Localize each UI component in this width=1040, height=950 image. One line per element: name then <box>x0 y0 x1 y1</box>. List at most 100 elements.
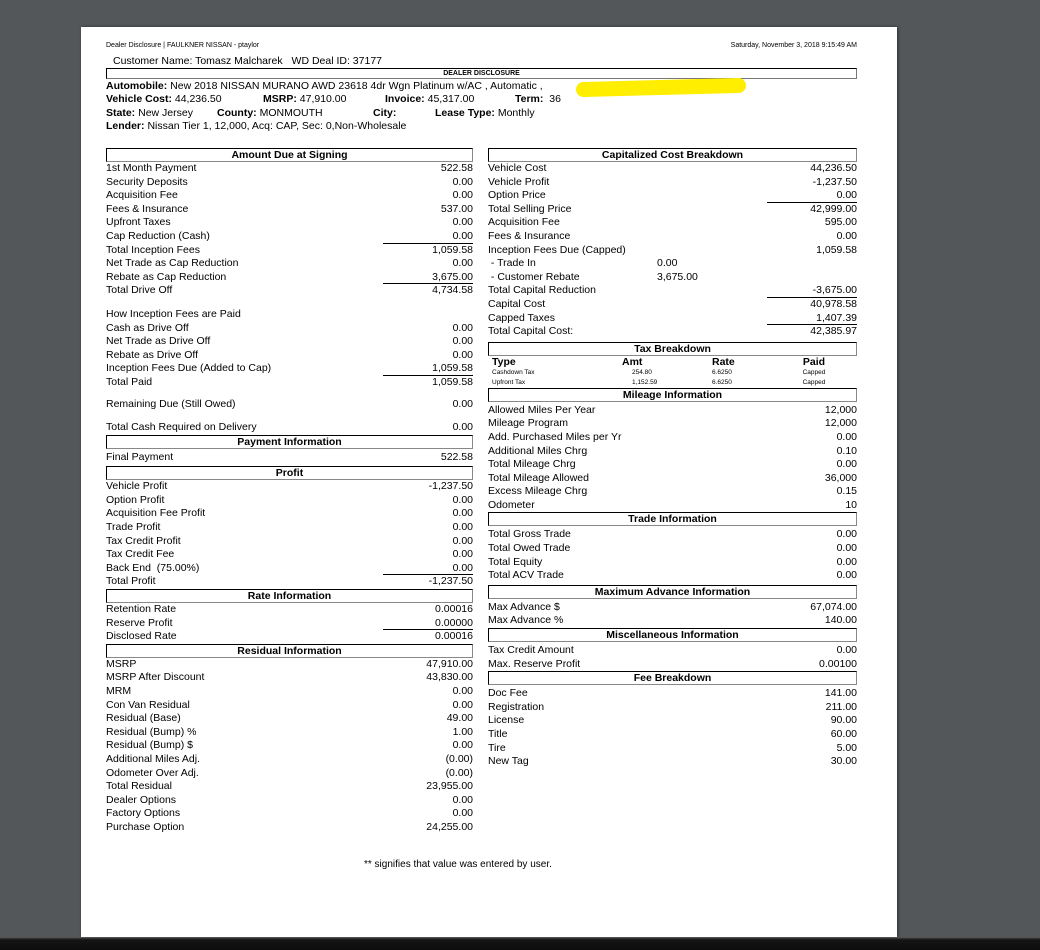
table-row: Max Advance $ 67,074.00 <box>488 601 857 615</box>
trade-info-header: Trade Information <box>488 512 857 527</box>
row-label: Con Van Residual <box>106 698 190 711</box>
row-value: 4,734.58 <box>432 284 473 297</box>
row-sub-value <box>657 176 767 190</box>
row-value: (0.00) <box>445 752 473 765</box>
row-label: Odometer Over Adj. <box>106 766 199 779</box>
table-row: Total ACV Trade 0.00 <box>488 569 857 583</box>
row-value: 0.00 <box>452 348 473 361</box>
right-column: Capitalized Cost Breakdown Vehicle Cost 4… <box>488 148 857 769</box>
row-value: 1,407.39 <box>767 312 857 326</box>
table-row: MRM 0.00 <box>106 685 473 699</box>
table-row: Upfront Taxes 0.00 <box>106 216 473 230</box>
row-label: Tax Credit Amount <box>488 644 574 657</box>
table-row: License 90.00 <box>488 714 857 728</box>
row-label: MSRP <box>106 657 137 670</box>
row-label: Purchase Option <box>106 820 185 833</box>
table-row: Vehicle Profit -1,237.50 <box>106 480 473 494</box>
payment-info-header: Payment Information <box>106 434 473 449</box>
how-paid-heading: How Inception Fees are Paid <box>106 307 241 320</box>
table-row: Residual (Bump) % 1.00 <box>106 726 473 740</box>
row-value: 90.00 <box>830 714 857 727</box>
row-value: 0.00 <box>836 569 857 582</box>
table-row: Total Drive Off 4,734.58 <box>106 284 473 298</box>
row-value: 0.00100 <box>819 657 857 670</box>
msrp-value: 47,910.00 <box>299 93 347 105</box>
row-value: 1,059.58 <box>432 375 473 388</box>
row-value: 1.00 <box>452 725 473 738</box>
row-sub-value <box>657 298 767 312</box>
table-row: Cap Reduction (Cash) 0.00 <box>106 230 473 244</box>
row-sub-value: 0.00 <box>657 257 678 270</box>
automobile-line: Automobile: New 2018 NISSAN MURANO AWD 2… <box>106 80 543 92</box>
misc-info-header: Miscellaneous Information <box>488 628 857 643</box>
term-label: Term: <box>515 93 544 105</box>
row-sub-value <box>657 284 767 298</box>
row-value: 43,830.00 <box>426 671 473 684</box>
row-label: Total Owed Trade <box>488 542 571 555</box>
table-row: Inception Fees Due (Added to Cap) 1,059.5… <box>106 362 473 376</box>
lender-line: Lender: Nissan Tier 1, 12,000, Acq: CAP,… <box>106 120 406 132</box>
row-label: Additional Miles Adj. <box>106 752 200 765</box>
row-label: Net Trade as Cap Reduction <box>106 257 239 270</box>
row-sub-value <box>657 325 767 339</box>
table-row: Max Advance % 140.00 <box>488 614 857 628</box>
table-row: Residual (Base) 49.00 <box>106 712 473 726</box>
row-value: 0.00 <box>383 562 473 576</box>
row-value: 0.00 <box>452 534 473 547</box>
table-row: Reserve Profit 0.00000 <box>106 617 473 631</box>
row-value: 0.00 <box>452 216 473 229</box>
row-label: Total Drive Off <box>106 284 173 297</box>
row-value: 36,000 <box>824 471 857 484</box>
lender-value: Nissan Tier 1, 12,000, Acq: CAP, Sec: 0,… <box>147 120 407 132</box>
table-row: Tax Credit Profit 0.00 <box>106 535 473 549</box>
row-value: 211.00 <box>825 700 857 713</box>
table-row: Residual (Bump) $ 0.00 <box>106 739 473 753</box>
row-label: Dealer Options <box>106 793 177 806</box>
customer-name: Customer Name: Tomasz Malcharek <box>113 55 283 67</box>
row-sub-value <box>657 312 767 326</box>
row-value: 0.15 <box>836 485 857 498</box>
mileage-info-rows: Allowed Miles Per Year 12,000 Mileage Prog… <box>488 404 857 513</box>
row-label: Total ACV Trade <box>488 569 564 582</box>
row-label: Acquisition Fee <box>106 189 178 202</box>
state-label: State: <box>106 107 136 119</box>
tax-row: Cashdown Tax 254.80 6.6250 Capped <box>492 368 826 376</box>
row-label: Rebate as Drive Off <box>106 348 199 361</box>
table-row: Additional Miles Adj. (0.00) <box>106 753 473 767</box>
row-value: 30.00 <box>830 755 857 768</box>
footnote: ** signifies that value was entered by u… <box>364 859 552 870</box>
table-row: Acquisition Fee Profit 0.00 <box>106 507 473 521</box>
table-row: Total Paid 1,059.58 <box>106 376 473 390</box>
deal-id: WD Deal ID: 37177 <box>291 55 383 67</box>
row-value: 3,675.00 <box>383 271 473 285</box>
table-row: Vehicle Cost 44,236.50 <box>488 162 857 176</box>
row-label: Title <box>488 728 508 740</box>
table-row: Total Equity 0.00 <box>488 556 857 570</box>
table-row: Tax Credit Fee 0.00 <box>106 548 473 562</box>
row-value: 67,074.00 <box>810 600 857 613</box>
row-value: 0.00 <box>452 189 473 202</box>
table-row: - Customer Rebate 3,675.00 <box>488 271 857 285</box>
table-row: Rebate as Cap Reduction 3,675.00 <box>106 271 473 285</box>
row-value: 522.58 <box>440 162 473 174</box>
residual-info-rows: MSRP 47,910.00 MSRP After Discount 43,830.0… <box>106 658 473 835</box>
table-row: Purchase Option 24,255.00 <box>106 821 473 835</box>
row-value: 0.00 <box>452 335 473 348</box>
row-sub-value <box>657 162 767 176</box>
table-row: Option Profit 0.00 <box>106 494 473 508</box>
row-value: 49.00 <box>446 712 473 725</box>
row-label: Trade Profit <box>106 521 161 534</box>
row-label: MSRP After Discount <box>106 671 205 684</box>
remaining-due-row: Remaining Due (Still Owed) 0.00 <box>106 397 473 410</box>
row-label: Odometer <box>488 498 535 511</box>
row-label: License <box>488 714 525 727</box>
row-value: 12,000 <box>824 403 857 416</box>
table-row: Total Owed Trade 0.00 <box>488 542 857 556</box>
row-value: 0.00 <box>452 807 473 820</box>
profit-rows: Vehicle Profit -1,237.50 Option Profit 0.00… <box>106 480 473 589</box>
cap-cost-header: Capitalized Cost Breakdown <box>488 148 857 162</box>
row-label: Total Capital Reduction <box>488 284 596 297</box>
table-row: MSRP After Discount 43,830.00 <box>106 671 473 685</box>
vehicle-cost-line: Vehicle Cost: 44,236.50 MSRP: 47,910.00 In… <box>106 93 561 105</box>
table-row: Odometer 10 <box>488 499 857 513</box>
